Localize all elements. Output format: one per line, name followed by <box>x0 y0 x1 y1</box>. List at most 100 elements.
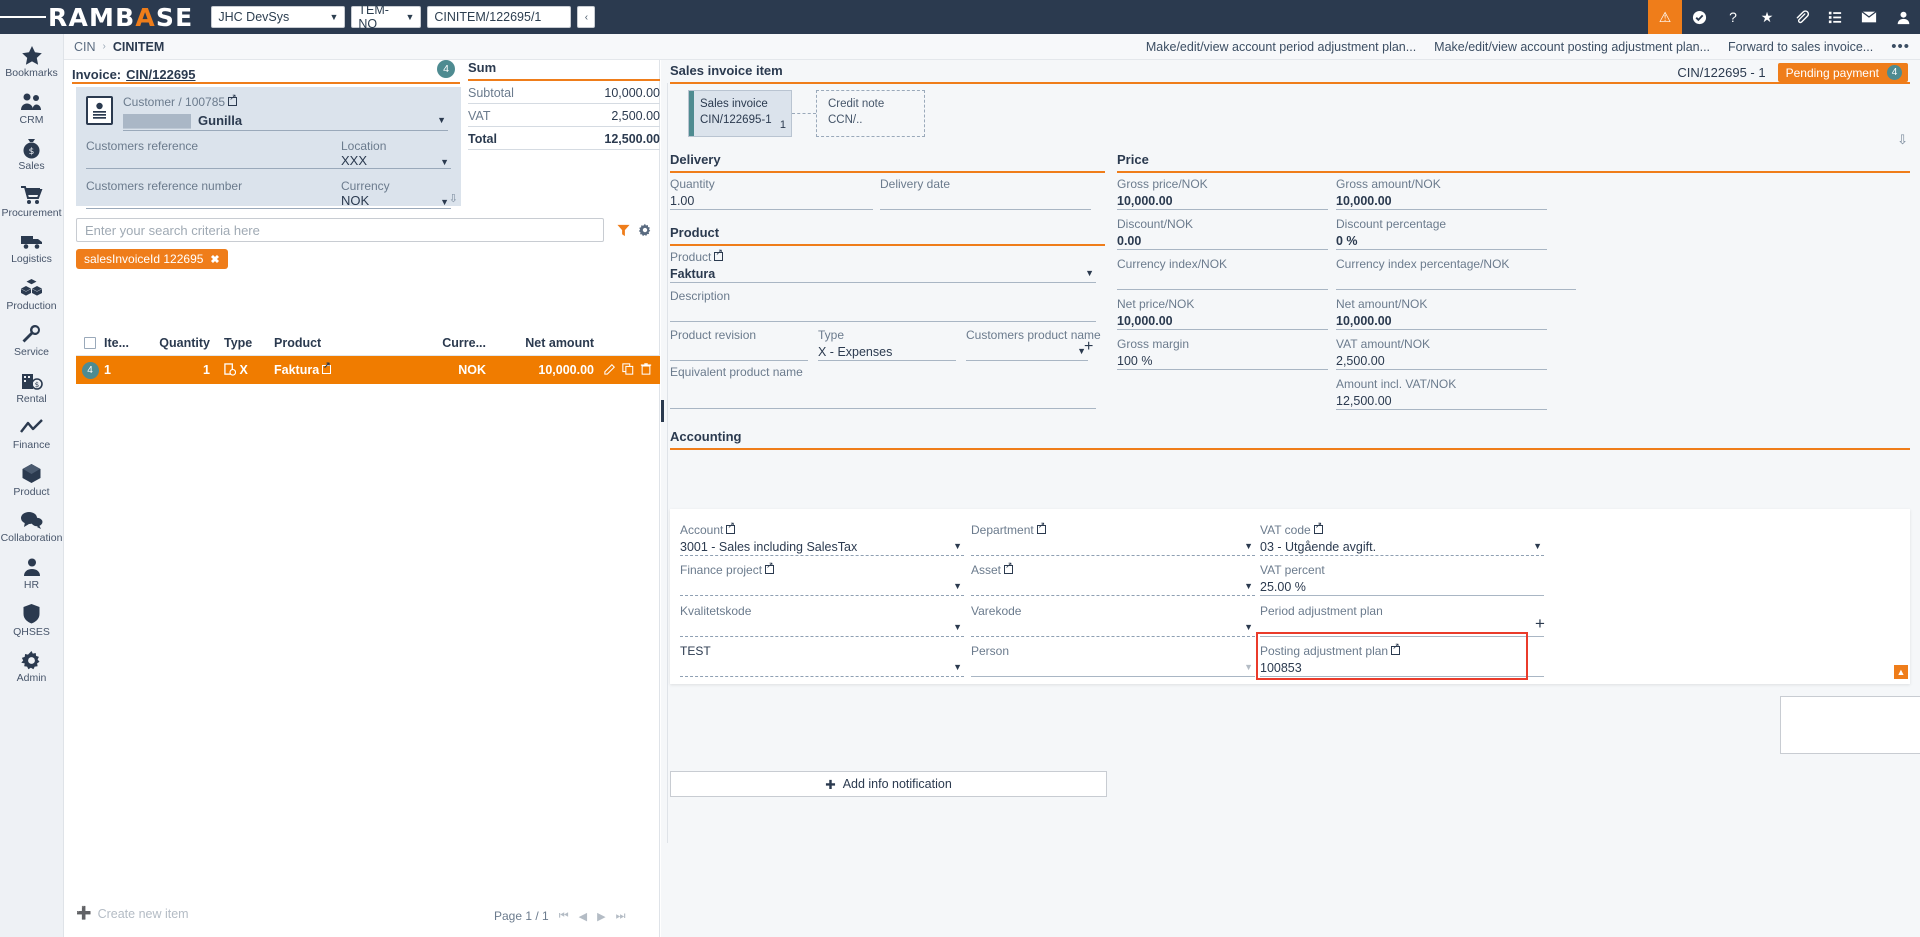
kvalitetskode-value[interactable] <box>680 618 964 635</box>
sidebar-item-collaboration[interactable]: Collaboration <box>0 503 64 550</box>
discount-value[interactable]: 0.00 <box>1117 231 1328 248</box>
sidebar-item-finance[interactable]: Finance <box>0 410 64 457</box>
external-link-icon[interactable] <box>228 93 238 106</box>
flow-node-sales-invoice[interactable]: Sales invoice CIN/122695-1 1 <box>688 90 792 137</box>
document-id-input[interactable]: CINITEM/122695/1 <box>427 6 572 28</box>
customers-product-name-value[interactable] <box>966 342 1088 359</box>
person-value[interactable] <box>971 658 1255 675</box>
discount-percentage-value[interactable]: 0 % <box>1336 231 1547 248</box>
external-link-icon[interactable] <box>1391 642 1401 655</box>
create-new-item-button[interactable]: ➕ Create new item <box>76 906 189 921</box>
product-value[interactable]: Faktura <box>670 264 1096 281</box>
edit-icon[interactable] <box>604 363 616 378</box>
more-actions-icon[interactable]: ••• <box>1891 38 1910 55</box>
note-textarea[interactable] <box>1780 696 1920 754</box>
check-circle-icon[interactable] <box>1682 0 1716 34</box>
test-value[interactable] <box>680 658 964 675</box>
column-header-product[interactable]: Product <box>268 336 420 350</box>
currency-index-percentage-value[interactable] <box>1336 271 1576 288</box>
chevron-down-icon[interactable]: ▼ <box>953 541 962 551</box>
action-period-adjustment-plan[interactable]: Make/edit/view account period adjustment… <box>1146 40 1416 54</box>
chevron-down-icon[interactable]: ▼ <box>1244 622 1253 632</box>
filter-icon[interactable] <box>612 224 634 237</box>
filter-chip-sales-invoice-id[interactable]: salesInvoiceId 122695 ✖ <box>76 249 228 269</box>
alert-icon[interactable]: ⚠ <box>1648 0 1682 34</box>
breadcrumb-parent[interactable]: CIN <box>74 40 96 54</box>
location-value[interactable]: XXX <box>341 153 451 168</box>
select-all-checkbox[interactable] <box>84 336 96 349</box>
account-value[interactable]: 3001 - Sales including SalesTax <box>680 537 964 554</box>
sidebar-item-production[interactable]: Production <box>0 271 64 318</box>
gross-price-value[interactable]: 10,000.00 <box>1117 191 1328 208</box>
gear-icon[interactable] <box>634 223 656 237</box>
sidebar-item-sales[interactable]: $ Sales <box>0 131 64 178</box>
company-select[interactable]: JHC DevSys ▼ <box>211 6 346 28</box>
column-header-quantity[interactable]: Quantity <box>142 336 216 350</box>
status-badge[interactable]: Pending payment 4 <box>1777 63 1908 82</box>
external-link-icon[interactable] <box>726 521 736 534</box>
customers-reference-number-value[interactable] <box>86 193 351 208</box>
sidebar-item-rental[interactable]: $ Rental <box>0 364 64 411</box>
list-icon[interactable] <box>1818 0 1852 34</box>
panel-resize-handle[interactable] <box>661 400 664 422</box>
previous-document-button[interactable]: ‹ <box>577 6 596 28</box>
next-page-icon[interactable]: ▶ <box>597 910 605 923</box>
sidebar-item-procurement[interactable]: Procurement <box>0 178 64 225</box>
favorites-icon[interactable]: ★ <box>1750 0 1784 34</box>
external-link-icon[interactable] <box>714 248 724 261</box>
chevron-down-icon[interactable]: ▼ <box>1533 541 1542 551</box>
close-icon[interactable]: ✖ <box>210 253 219 266</box>
delete-icon[interactable] <box>640 362 652 378</box>
column-header-currency[interactable]: Curre... <box>420 336 486 350</box>
finance-project-value[interactable] <box>680 577 964 594</box>
chevron-down-icon[interactable]: ▼ <box>1244 581 1253 591</box>
sidebar-item-qhses[interactable]: QHSES <box>0 597 64 644</box>
sidebar-item-logistics[interactable]: Logistics <box>0 224 64 271</box>
external-link-icon[interactable] <box>1004 561 1014 574</box>
net-price-value[interactable]: 10,000.00 <box>1117 311 1328 328</box>
chevron-down-icon[interactable]: ▼ <box>1244 541 1253 551</box>
varekode-value[interactable] <box>971 618 1255 635</box>
external-link-icon[interactable] <box>322 361 332 374</box>
chevron-down-icon[interactable]: ▼ <box>440 197 449 207</box>
equivalent-product-name-value[interactable] <box>670 379 1096 396</box>
sidebar-item-crm[interactable]: CRM <box>0 85 64 132</box>
expand-card-chevron-icon[interactable]: ⇩ <box>449 192 458 205</box>
sidebar-item-admin[interactable]: Admin <box>0 643 64 690</box>
quantity-value[interactable]: 1.00 <box>670 191 873 208</box>
external-link-icon[interactable] <box>765 561 775 574</box>
column-header-type[interactable]: Type <box>216 336 268 350</box>
scroll-to-top-button[interactable]: ▲ <box>1894 665 1908 679</box>
add-customers-product-name-button[interactable]: + <box>1084 338 1093 356</box>
action-posting-adjustment-plan[interactable]: Make/edit/view account posting adjustmen… <box>1434 40 1710 54</box>
chevron-down-icon[interactable]: ▼ <box>440 157 449 167</box>
last-page-icon[interactable]: ⏭ <box>616 910 626 923</box>
chevron-down-icon[interactable]: ▼ <box>953 581 962 591</box>
sidebar-item-bookmarks[interactable]: Bookmarks <box>0 38 64 85</box>
posting-adjustment-plan-value[interactable]: 100853 <box>1260 658 1544 675</box>
product-revision-value[interactable] <box>670 342 808 359</box>
first-page-icon[interactable]: ⏮ <box>559 910 569 923</box>
currency-index-value[interactable] <box>1117 271 1328 288</box>
search-input[interactable] <box>76 218 604 242</box>
external-link-icon[interactable] <box>1313 521 1323 534</box>
delivery-date-value[interactable] <box>880 191 1091 208</box>
description-value[interactable] <box>670 303 1096 320</box>
customers-reference-value[interactable] <box>86 153 351 168</box>
chevron-down-icon[interactable]: ▼ <box>953 622 962 632</box>
user-icon[interactable] <box>1886 0 1920 34</box>
external-link-icon[interactable] <box>1036 521 1046 534</box>
table-row[interactable]: 4 1 1 X Faktura NOK 10,000.00 <box>76 356 660 384</box>
chevron-down-icon[interactable]: ▼ <box>1085 268 1094 278</box>
copy-icon[interactable] <box>622 362 634 378</box>
unit-select[interactable]: TEM-NO ▼ <box>351 3 422 31</box>
column-header-item[interactable]: Ite... <box>104 336 142 350</box>
invoice-link[interactable]: CIN/122695 <box>126 67 195 82</box>
sidebar-item-service[interactable]: Service <box>0 317 64 364</box>
menu-toggle-button[interactable] <box>0 0 46 34</box>
department-value[interactable] <box>971 537 1255 554</box>
mail-icon[interactable] <box>1852 0 1886 34</box>
column-header-net-amount[interactable]: Net amount <box>486 336 598 350</box>
flow-node-credit-note[interactable]: Credit note CCN/.. <box>816 90 925 137</box>
currency-value[interactable]: NOK <box>341 193 451 208</box>
